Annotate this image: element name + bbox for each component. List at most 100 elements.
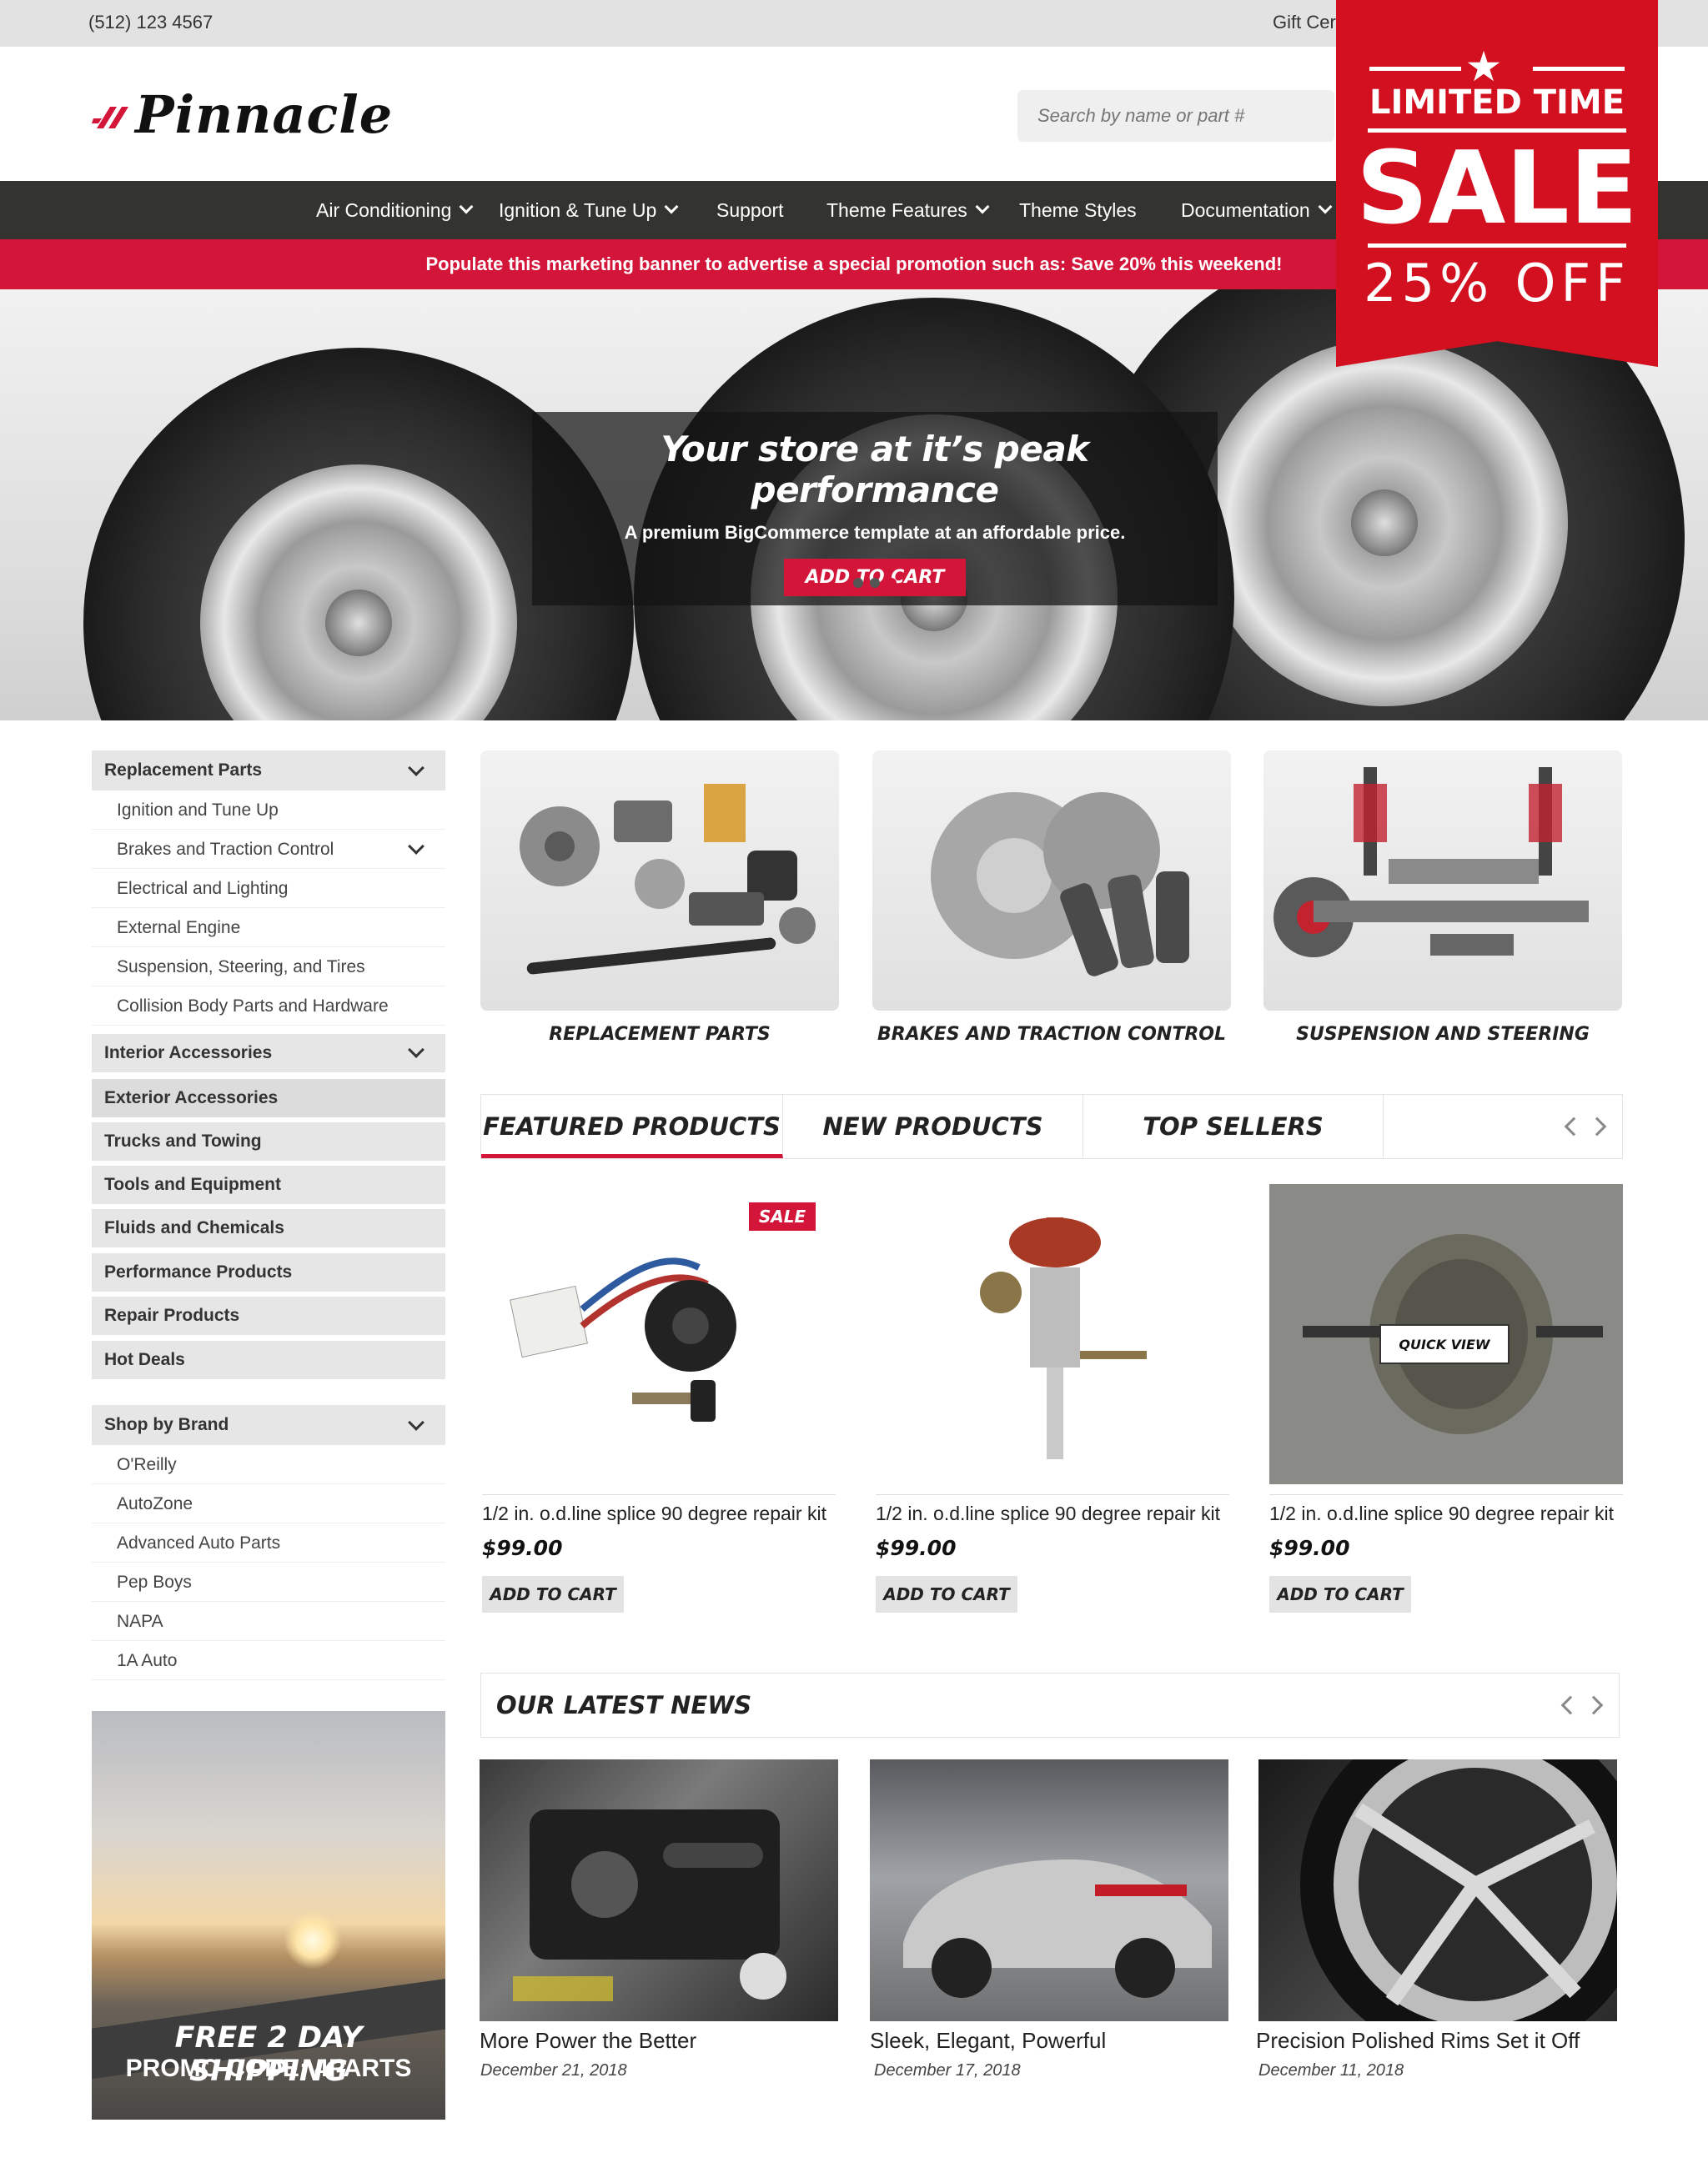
sidebar-item-label: External Engine — [117, 918, 241, 937]
add-to-cart-button[interactable]: ADD TO CART — [876, 1576, 1017, 1613]
brand-label: NAPA — [117, 1612, 163, 1631]
replacement-parts-image — [520, 784, 816, 975]
product-name[interactable]: 1/2 in. o.d.line splice 90 degree repair… — [482, 1503, 826, 1525]
badge-divider — [1533, 67, 1625, 71]
chevron-left-icon[interactable] — [1564, 1117, 1584, 1137]
brand-item[interactable]: O'Reilly — [92, 1445, 445, 1484]
gift-certificates-link[interactable]: Gift Cer — [1273, 12, 1336, 33]
product-name[interactable]: 1/2 in. o.d.line splice 90 degree repair… — [1269, 1503, 1614, 1525]
sidebar-category[interactable]: Fluids and Chemicals — [92, 1209, 445, 1247]
sidebar-category-label: Trucks and Towing — [104, 1132, 262, 1151]
hero-caption: Your store at it’s peak performance A pr… — [532, 412, 1218, 605]
nav-item-ignition[interactable]: Ignition & Tune Up — [499, 181, 679, 239]
nav-item-documentation[interactable]: Documentation — [1181, 181, 1333, 239]
nav-item-theme-styles[interactable]: Theme Styles — [1019, 181, 1137, 239]
product-image[interactable] — [876, 1184, 1229, 1484]
sidebar-category[interactable]: Repair Products — [92, 1297, 445, 1335]
brand-item[interactable]: Advanced Auto Parts — [92, 1523, 445, 1563]
tab-featured-products[interactable]: FEATURED PRODUCTS — [481, 1095, 783, 1158]
shipping-promo-banner[interactable]: FREE 2 DAY SHIPPING PROMO CODE: 4PARTS — [92, 1711, 445, 2120]
sidebar-item[interactable]: Electrical and Lighting — [92, 869, 445, 908]
suspension-image — [1273, 767, 1589, 957]
tab-new-products[interactable]: NEW PRODUCTS — [783, 1095, 1083, 1158]
news-image-engine[interactable] — [480, 1759, 838, 2021]
badge-divider — [1368, 243, 1626, 248]
sidebar-item[interactable]: Collision Body Parts and Hardware — [92, 986, 445, 1026]
chevron-down-icon — [459, 199, 474, 214]
news-image-porsche[interactable] — [870, 1759, 1228, 2021]
brand-item[interactable]: Pep Boys — [92, 1563, 445, 1602]
sidebar-category-label: Tools and Equipment — [104, 1175, 281, 1194]
add-to-cart-button[interactable]: ADD TO CART — [482, 1576, 624, 1613]
product-name[interactable]: 1/2 in. o.d.line splice 90 degree repair… — [876, 1503, 1220, 1525]
brand-label: O'Reilly — [117, 1455, 177, 1474]
news-title[interactable]: Precision Polished Rims Set it Off — [1256, 2028, 1580, 2054]
quick-view-button[interactable]: QUICK VIEW — [1379, 1324, 1510, 1364]
chevron-down-icon[interactable] — [408, 838, 424, 855]
sidebar-category[interactable]: Hot Deals — [92, 1341, 445, 1379]
hero-subtitle: A premium BigCommerce template at an aff… — [624, 522, 1126, 543]
carousel-dot[interactable] — [853, 578, 863, 588]
category-caption[interactable]: REPLACEMENT PARTS — [480, 1024, 839, 1045]
brand-item[interactable]: NAPA — [92, 1602, 445, 1641]
badge-divider — [1369, 67, 1461, 71]
nav-label: Air Conditioning — [316, 199, 452, 221]
chevron-down-icon — [975, 199, 990, 214]
news-image-rim[interactable] — [1258, 1759, 1617, 2021]
divider — [482, 1494, 836, 1495]
sidebar-heading-replacement-parts[interactable]: Replacement Parts — [92, 750, 445, 790]
news-title[interactable]: More Power the Better — [480, 2028, 696, 2054]
brand-item[interactable]: 1A Auto — [92, 1641, 445, 1680]
search-input[interactable] — [1017, 90, 1334, 142]
category-caption[interactable]: BRAKES AND TRACTION CONTROL — [872, 1024, 1231, 1045]
latest-news-title: OUR LATEST NEWS — [496, 1691, 752, 1719]
chevron-down-icon[interactable] — [408, 1041, 424, 1058]
sidebar-category[interactable]: Trucks and Towing — [92, 1122, 445, 1161]
sidebar-category[interactable]: Interior Accessories — [92, 1034, 445, 1072]
sidebar-item-label: Ignition and Tune Up — [117, 800, 279, 820]
carousel-dot[interactable] — [870, 578, 880, 588]
sidebar-item[interactable]: Ignition and Tune Up — [92, 790, 445, 830]
limited-time-sale-badge: ★ LIMITED TIME SALE 25% OFF — [1336, 0, 1658, 367]
sidebar-category-label: Fluids and Chemicals — [104, 1218, 284, 1237]
nav-item-air-conditioning[interactable]: Air Conditioning — [316, 181, 474, 239]
sidebar-category[interactable]: Tools and Equipment — [92, 1166, 445, 1204]
nav-item-theme-features[interactable]: Theme Features — [826, 181, 990, 239]
carousel-dots — [532, 577, 1218, 592]
logo[interactable]: Pinnacle — [92, 84, 393, 145]
news-date: December 11, 2018 — [1258, 2061, 1404, 2080]
chevron-down-icon[interactable] — [408, 1414, 424, 1431]
nav-label: Theme Features — [826, 199, 967, 221]
hero-title: Your store at it’s peak performance — [661, 429, 1089, 510]
brand-label: AutoZone — [117, 1494, 193, 1513]
sidebar-item-label: Electrical and Lighting — [117, 879, 289, 898]
chevron-right-icon[interactable] — [1587, 1117, 1607, 1137]
sidebar-item[interactable]: External Engine — [92, 908, 445, 947]
product-price: $99.00 — [1269, 1536, 1350, 1560]
chevron-right-icon[interactable] — [1584, 1695, 1604, 1715]
nav-item-support[interactable]: Support — [716, 181, 784, 239]
sidebar-item[interactable]: Suspension, Steering, and Tires — [92, 947, 445, 986]
category-caption[interactable]: SUSPENSION AND STEERING — [1263, 1024, 1622, 1045]
phone-number[interactable]: (512) 123 4567 — [88, 12, 213, 33]
sidebar-heading-shop-by-brand[interactable]: Shop by Brand — [92, 1405, 445, 1445]
sidebar-item[interactable]: Brakes and Traction Control — [92, 830, 445, 869]
sunset-image — [284, 1911, 342, 1970]
brand-item[interactable]: AutoZone — [92, 1484, 445, 1523]
tab-top-sellers[interactable]: TOP SELLERS — [1083, 1095, 1384, 1158]
product-tabs: FEATURED PRODUCTS NEW PRODUCTS TOP SELLE… — [480, 1094, 1623, 1159]
category-tile-replacement-parts[interactable] — [480, 750, 839, 1011]
sidebar-item-label: Suspension, Steering, and Tires — [117, 957, 365, 976]
news-title[interactable]: Sleek, Elegant, Powerful — [870, 2028, 1106, 2054]
add-to-cart-button[interactable]: ADD TO CART — [1269, 1576, 1411, 1613]
category-tile-brakes[interactable] — [872, 750, 1231, 1011]
badge-sale-text: SALE — [1356, 131, 1638, 247]
category-tile-suspension[interactable] — [1263, 750, 1622, 1011]
sidebar-heading-label: Replacement Parts — [104, 760, 263, 780]
carousel-dot-active[interactable] — [887, 578, 897, 588]
chevron-left-icon[interactable] — [1560, 1695, 1580, 1715]
sidebar-category[interactable]: Exterior Accessories — [92, 1079, 445, 1117]
sidebar-category-label: Hot Deals — [104, 1350, 185, 1369]
chevron-down-icon[interactable] — [408, 760, 424, 776]
sidebar-category[interactable]: Performance Products — [92, 1253, 445, 1292]
